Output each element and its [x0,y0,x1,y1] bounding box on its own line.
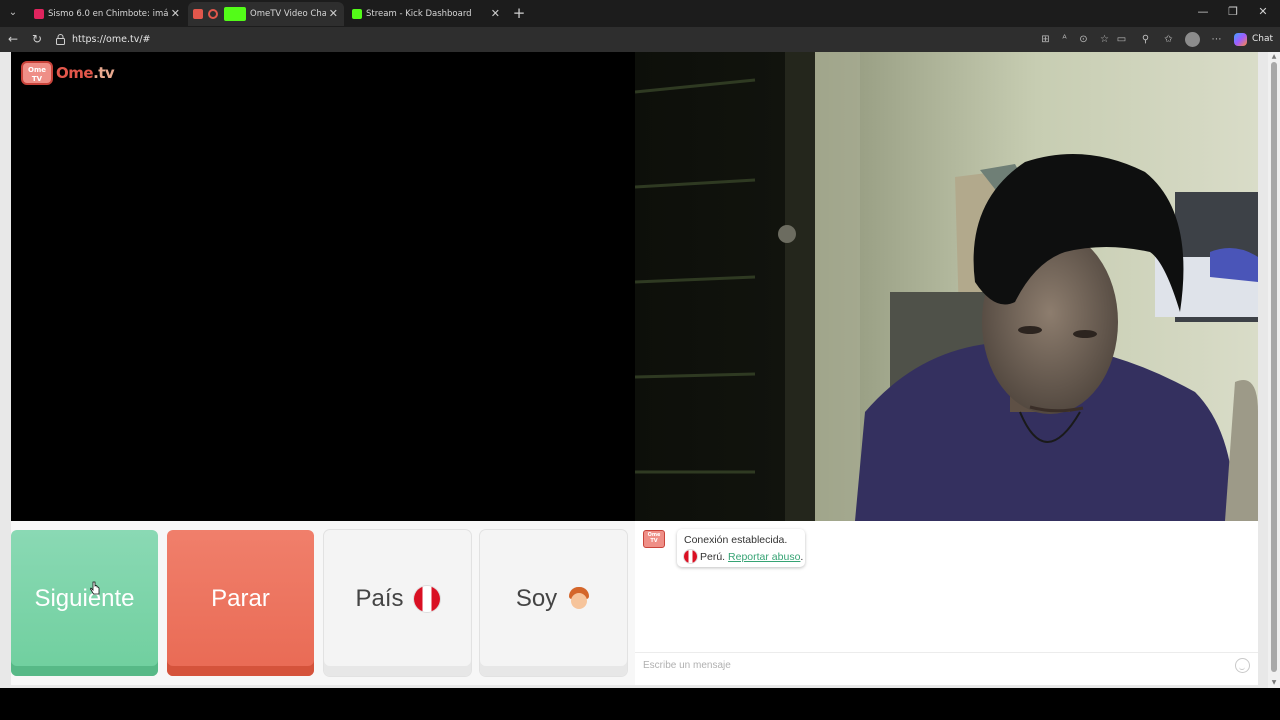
chat-panel: Ome TV Conexión establecida. Perú. Repor… [635,521,1258,685]
scroll-thumb[interactable] [1271,62,1277,672]
tab-kick[interactable]: Stream - Kick Dashboard ✕ [346,2,506,26]
ometv-favicon-icon [193,9,203,19]
country-name: Perú. [700,551,726,563]
ometv-logo[interactable]: Ome TV Ome.tv [21,59,116,87]
tab-title: Stream - Kick Dashboard [366,9,472,19]
tab-bar: ⌄ Sismo 6.0 en Chimbote: imágenes ✕ OmeT… [0,0,1280,27]
favorite-star-icon[interactable]: ☆ [1098,33,1111,46]
back-arrow-icon[interactable]: ← [5,31,21,47]
stranger-video: Ome TV Ome.tv [11,52,635,521]
report-abuse-link[interactable]: Reportar abuso [728,551,800,563]
translate-icon[interactable]: ᴬ [1058,33,1071,46]
country-button[interactable]: País [324,530,471,676]
address-bar[interactable]: https://ome.tv/# [50,29,1140,50]
tab-list-chevron-icon[interactable]: ⌄ [4,4,22,22]
page-scrollbar[interactable]: ▲ ▼ [1268,52,1280,688]
close-tab-icon[interactable]: ✕ [329,2,338,26]
message-input[interactable] [635,653,1225,678]
video-icon[interactable]: ▭ [1115,33,1128,46]
new-tab-plus-icon[interactable]: + [511,4,527,22]
gender-button[interactable]: Soy [480,530,627,676]
apps-icon[interactable]: ⊞ [1039,33,1052,46]
kick-favicon-icon [352,9,362,19]
message-input-row [635,652,1258,678]
scroll-down-arrow-icon[interactable]: ▼ [1270,680,1278,686]
connection-status-text: Conexión establecida. [684,534,788,546]
logo-text: Ome.tv [56,64,115,82]
tab-ometv[interactable]: OmeTV Video Chat — Omegle ✕ [188,2,344,26]
tab-title: OmeTV Video Chat — Omegle [250,9,326,19]
minimize-icon[interactable]: — [1193,5,1213,18]
extensions-icon[interactable]: ⚲ [1139,33,1152,46]
scroll-up-arrow-icon[interactable]: ▲ [1270,54,1278,60]
shopping-icon[interactable]: ⊙ [1077,33,1090,46]
boy-emoji-icon [567,586,591,611]
camera-feed-image [635,52,1258,521]
tab-sismo[interactable]: Sismo 6.0 en Chimbote: imágenes ✕ [28,2,186,26]
favorites-icon[interactable]: ✩ [1162,33,1175,46]
copilot-chat-button[interactable]: Chat [1230,30,1274,49]
restore-icon[interactable]: ❐ [1223,5,1243,18]
recording-icon [208,9,218,19]
chat-label: Chat [1252,34,1274,44]
logo-tv-icon: Ome TV [21,61,53,85]
stop-button[interactable]: Parar [167,530,314,676]
close-tab-icon[interactable]: ✕ [171,2,180,26]
reload-icon[interactable]: ↻ [29,31,45,47]
peru-flag-icon [413,585,440,612]
url-text: https://ome.tv/# [72,34,151,45]
tab-title: Sismo 6.0 en Chimbote: imágenes [48,9,168,19]
youtube-favicon-icon [34,9,44,19]
more-menu-icon[interactable]: ⋯ [1210,33,1223,46]
close-tab-icon[interactable]: ✕ [491,2,500,26]
country-line: Perú. Reportar abuso. [684,550,803,563]
profile-avatar-icon[interactable] [1185,32,1200,47]
emoji-smiley-icon[interactable] [1235,658,1250,673]
self-camera-video [635,52,1258,521]
control-panel: Siguiente Parar País Soy [11,521,635,685]
system-message: Conexión establecida. Perú. Reportar abu… [677,529,805,567]
ometv-chat-icon: Ome TV [643,530,665,548]
taskbar-area [0,688,1280,720]
copilot-icon [1234,33,1247,46]
hand-cursor-icon [90,581,100,595]
navigation-bar: ← ↻ https://ome.tv/# ⊞ ᴬ ⊙ ☆ ▭ ⚲ ✩ ⋯ Cha… [0,27,1280,52]
kick-overlay-icon [224,7,246,21]
close-window-icon[interactable]: ✕ [1253,5,1273,18]
peru-flag-icon [684,550,697,563]
next-button[interactable]: Siguiente [11,530,158,676]
lock-icon [56,34,65,45]
